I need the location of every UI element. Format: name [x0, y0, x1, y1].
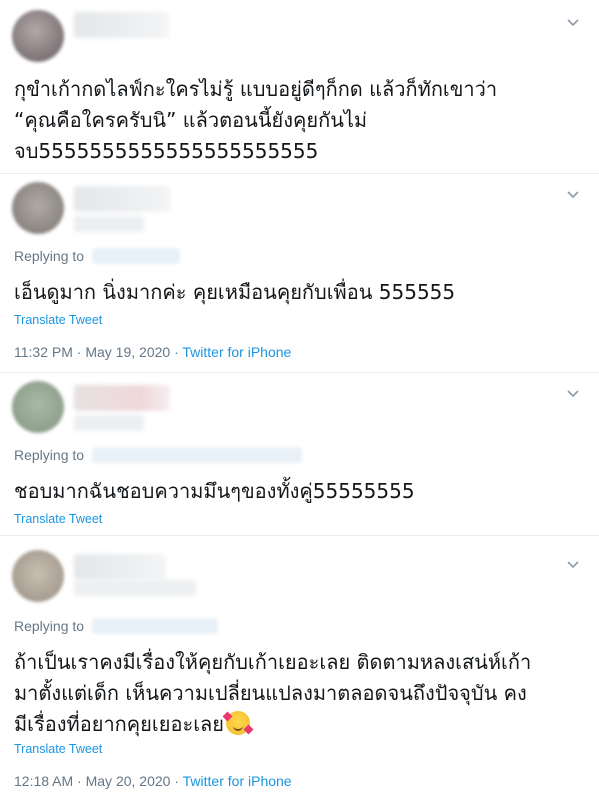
- avatar[interactable]: [12, 550, 64, 602]
- replying-to-label: Replying to: [14, 618, 85, 634]
- tweet-3: Replying to ชอบมากฉันชอบความมึนๆของทั้งค…: [0, 373, 599, 535]
- tweet-date[interactable]: May 19, 2020: [85, 344, 170, 360]
- user-handle[interactable]: [74, 216, 144, 232]
- translate-tweet-link[interactable]: Translate Tweet: [14, 742, 102, 756]
- tweet-text: เอ็นดูมาก นิ่งมากค่ะ คุยเหมือนคุยกับเพื่…: [14, 280, 456, 304]
- replying-to-label: Replying to: [14, 447, 85, 463]
- reply-handle-link[interactable]: [92, 248, 180, 264]
- tweet-source-link[interactable]: Twitter for iPhone: [182, 344, 291, 360]
- translate-tweet-link[interactable]: Translate Tweet: [14, 313, 102, 327]
- tweet-1: กุขำเก้ากดไลฟ์กะใครไม่รู้ แบบอยู่ดีๆก็กด…: [0, 0, 599, 173]
- tweet-text: ถ้าเป็นเราคงมีเรื่องให้คุยกับเก้าเยอะเลย…: [14, 647, 584, 740]
- chevron-down-icon[interactable]: [565, 14, 581, 30]
- tweet-text-content: ถ้าเป็นเราคงมีเรื่องให้คุยกับเก้าเยอะเลย…: [14, 650, 532, 736]
- display-name[interactable]: [74, 554, 166, 580]
- meta-separator: ·: [174, 773, 180, 789]
- tweet-text: ชอบมากฉันชอบความมึนๆของทั้งคู่55555555: [14, 479, 415, 503]
- meta-separator: ·: [77, 773, 82, 789]
- user-handle[interactable]: [74, 580, 196, 596]
- display-name[interactable]: [74, 385, 170, 411]
- chevron-down-icon[interactable]: [565, 556, 581, 572]
- tweet-time[interactable]: 11:32 PM: [14, 344, 73, 360]
- tweet-time[interactable]: 12:18 AM: [14, 773, 73, 789]
- tweet-meta: 12:18 AM · May 20, 2020 · Twitter for iP…: [14, 773, 292, 789]
- avatar[interactable]: [12, 182, 64, 234]
- tweet-date[interactable]: May 20, 2020: [86, 773, 171, 789]
- tweet-text: กุขำเก้ากดไลฟ์กะใครไม่รู้ แบบอยู่ดีๆก็กด…: [14, 77, 498, 163]
- display-name[interactable]: [74, 12, 169, 38]
- chevron-down-icon[interactable]: [565, 385, 581, 401]
- tweet-source-link[interactable]: Twitter for iPhone: [183, 773, 292, 789]
- avatar[interactable]: [12, 381, 64, 433]
- chevron-down-icon[interactable]: [565, 186, 581, 202]
- tweet-meta: 11:32 PM · May 19, 2020 · Twitter for iP…: [14, 344, 291, 360]
- meta-separator: ·: [76, 344, 82, 360]
- replying-to-label: Replying to: [14, 248, 85, 264]
- smiling-face-with-hearts-icon: [222, 711, 254, 735]
- user-handle[interactable]: [74, 415, 144, 431]
- tweet-4: Replying to ถ้าเป็นเราคงมีเรื่องให้คุยกั…: [0, 536, 599, 800]
- tweet-2: Replying to เอ็นดูมาก นิ่งมากค่ะ คุยเหมื…: [0, 174, 599, 372]
- avatar[interactable]: [12, 10, 64, 62]
- reply-handle-link[interactable]: [92, 618, 218, 634]
- translate-tweet-link[interactable]: Translate Tweet: [14, 512, 102, 526]
- display-name[interactable]: [74, 186, 170, 212]
- reply-handle-link[interactable]: [92, 447, 302, 463]
- meta-separator: ·: [174, 344, 179, 360]
